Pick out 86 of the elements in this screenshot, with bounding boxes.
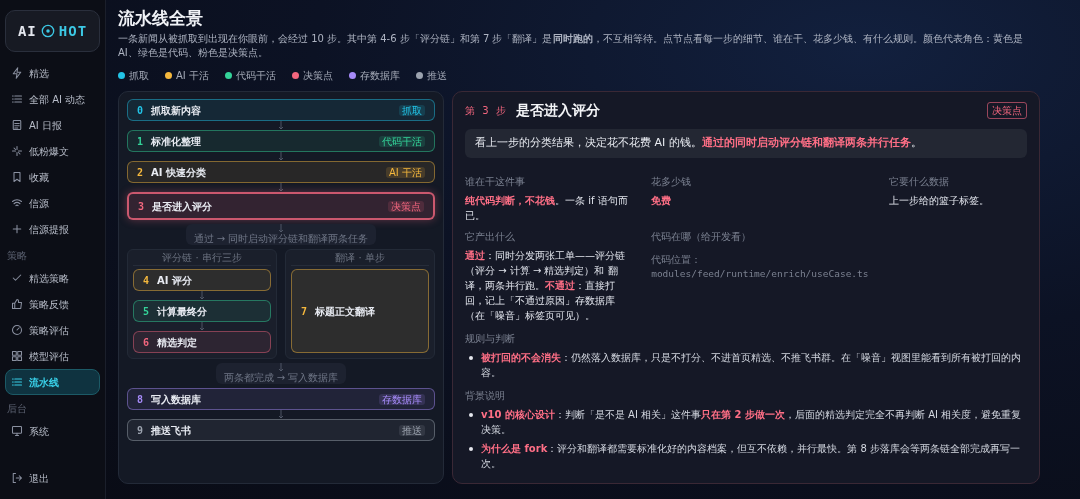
step-node[interactable]: 6 精选判定 <box>133 331 271 354</box>
step-node[interactable]: 8 写入数据库 存数据库 <box>127 388 435 411</box>
section-title: 规则与判断 <box>465 331 516 346</box>
down-arrow-icon <box>278 183 284 193</box>
code-path: modules/feed/runtime/enrich/useCase.ts <box>651 266 869 281</box>
detail-title: 是否进入评分 <box>515 101 600 121</box>
fact-label: 谁在干这件事 <box>465 174 526 189</box>
connector-note: 两条都完成 → 写入数据库 <box>215 363 347 385</box>
sidebar-item[interactable]: 低粉爆文 <box>5 138 100 164</box>
step-node[interactable]: 9 推送飞书 推送 <box>127 419 435 442</box>
section-title: 背景说明 <box>465 388 506 403</box>
logout-icon <box>11 472 23 484</box>
bullet-text: v10 的核心设计：判断「是不是 AI 相关」这件事只在第 2 步做一次，后面的精选判定完全不再判断 AI 相关度，避免重复决策。 <box>481 407 1023 437</box>
down-arrow-icon <box>278 363 284 373</box>
legend-label: 决策点 <box>302 69 333 84</box>
sidebar-item[interactable]: 信源 <box>5 190 100 216</box>
connector-note: 通过 → 同时启动评分链和翻译两条任务 <box>185 224 377 246</box>
sidebar-item[interactable]: 精选策略 <box>5 265 100 291</box>
bullet-text: 为什么是 fork：评分和翻译都需要标准化好的内容档案，但互不依赖，并行最快。第 8 步落库会等两条链全部完成再写一次。 <box>481 441 1022 471</box>
sidebar-item[interactable]: 模型评估 <box>5 343 100 369</box>
sidebar-item[interactable]: 收藏 <box>5 164 100 190</box>
step-node[interactable]: 4 AI 评分 <box>133 269 271 292</box>
fact-value: 纯代码判断，不花钱。一条 if 语句而已。 <box>465 193 629 223</box>
wifi-icon <box>11 197 23 209</box>
bullet-dot <box>469 412 473 417</box>
grid-icon <box>11 350 23 362</box>
monitor-icon <box>11 425 23 437</box>
legend-label: 抓取 <box>129 69 149 84</box>
logo-ring-icon <box>40 24 55 38</box>
logo-text: AI <box>17 21 37 41</box>
bullet-text: 被打回的不会消失：仍然落入数据库，只是不打分、不进首页精选、不推飞书群。在「噪音」视图里能看到所有被打回的内容。 <box>481 350 1022 380</box>
fact-label: 它产出什么 <box>465 229 516 244</box>
check-icon <box>11 272 23 284</box>
sidebar-item[interactable]: AI 日报 <box>5 112 100 138</box>
plus-icon <box>11 223 23 235</box>
step-node[interactable]: 7 标题正文翻译 <box>291 269 429 354</box>
legend-label: AI 干活 <box>176 69 209 84</box>
list-icon <box>11 93 23 105</box>
down-arrow-icon <box>278 410 284 420</box>
bullet-dot <box>469 446 473 451</box>
step-node[interactable]: 1 标准化整理 代码干活 <box>127 130 435 153</box>
fact-label: 代码在哪（给开发看） <box>651 229 753 244</box>
gauge-icon <box>11 324 23 336</box>
section-label: 策略 <box>6 249 28 263</box>
bookmark-icon <box>11 171 23 183</box>
sidebar-item[interactable]: 精选 <box>5 60 100 86</box>
bolt-icon <box>11 67 23 79</box>
list-icon <box>11 376 23 388</box>
sidebar-item[interactable]: 全部 AI 动态 <box>5 86 100 112</box>
fact-value: 上一步给的篮子标签。 <box>888 193 990 208</box>
step-node[interactable]: 3 是否进入评分 决策点 <box>127 192 435 221</box>
page-title: 流水线全景 <box>118 8 204 29</box>
fact-value: 通过：同时分发两张工单——评分链（评分 → 计算 → 精选判定）和 翻译，两条并行跑。不通过：直接打回，记上「不通过原因」存数据库（在「噪音」标签页可见）。 <box>465 248 626 323</box>
sidebar-item[interactable]: 策略评估 <box>5 317 100 343</box>
step-number: 第 3 步 <box>465 104 508 119</box>
down-arrow-icon <box>199 291 205 301</box>
page-description: 一条新闻从被抓取到出现在你眼前，会经过 10 步。其中第 4-6 步「评分链」和第 7 步「翻译」是同时跑的，不互相等待。点节点看每一步的细节、谁在干、花多少钱、有什么规则。颜色代表角色：黄色是 AI、绿色是代码、粉色是决策点。 <box>118 32 1024 61</box>
step-node[interactable]: 5 计算最终分 <box>133 300 271 323</box>
sidebar-item[interactable]: 退出 <box>5 465 100 491</box>
summary-text: 看上一步的分类结果，决定花不花费 AI 的钱。通过的同时启动评分链和翻译两条并行任务。 <box>465 129 1027 158</box>
down-arrow-icon <box>278 224 284 234</box>
down-arrow-icon <box>199 322 205 332</box>
legend-label: 推送 <box>426 69 447 84</box>
role-tag: 决策点 <box>987 102 1027 120</box>
step-node[interactable]: 0 抓取新内容 抓取 <box>127 99 435 122</box>
logo-text: HOT <box>58 21 88 41</box>
sidebar-item[interactable]: 策略反馈 <box>5 291 100 317</box>
thumbs-up-icon <box>11 298 23 310</box>
down-arrow-icon <box>278 152 284 162</box>
legend-label: 存数据库 <box>359 69 400 84</box>
section-label: 后台 <box>6 402 28 416</box>
sparkle-icon <box>11 145 23 157</box>
fact-label: 花多少钱 <box>651 174 693 189</box>
sidebar-item[interactable]: 系统 <box>5 418 100 444</box>
fact-value: 免费 <box>651 193 673 208</box>
code-label: 代码位置： <box>651 252 703 267</box>
step-node[interactable]: 2 AI 快速分类 AI 干活 <box>127 161 435 184</box>
lane-title: 翻译 · 单步 <box>291 252 429 267</box>
sidebar-item[interactable]: 信源提报 <box>5 216 100 242</box>
document-icon <box>11 119 23 131</box>
fact-label: 它要什么数据 <box>888 174 950 189</box>
bullet-dot <box>469 355 473 360</box>
sidebar-item[interactable]: 流水线 <box>5 369 100 395</box>
legend-label: 代码干活 <box>235 69 276 84</box>
lane-title: 评分链 · 串行三步 <box>133 252 271 267</box>
down-arrow-icon <box>278 121 284 131</box>
